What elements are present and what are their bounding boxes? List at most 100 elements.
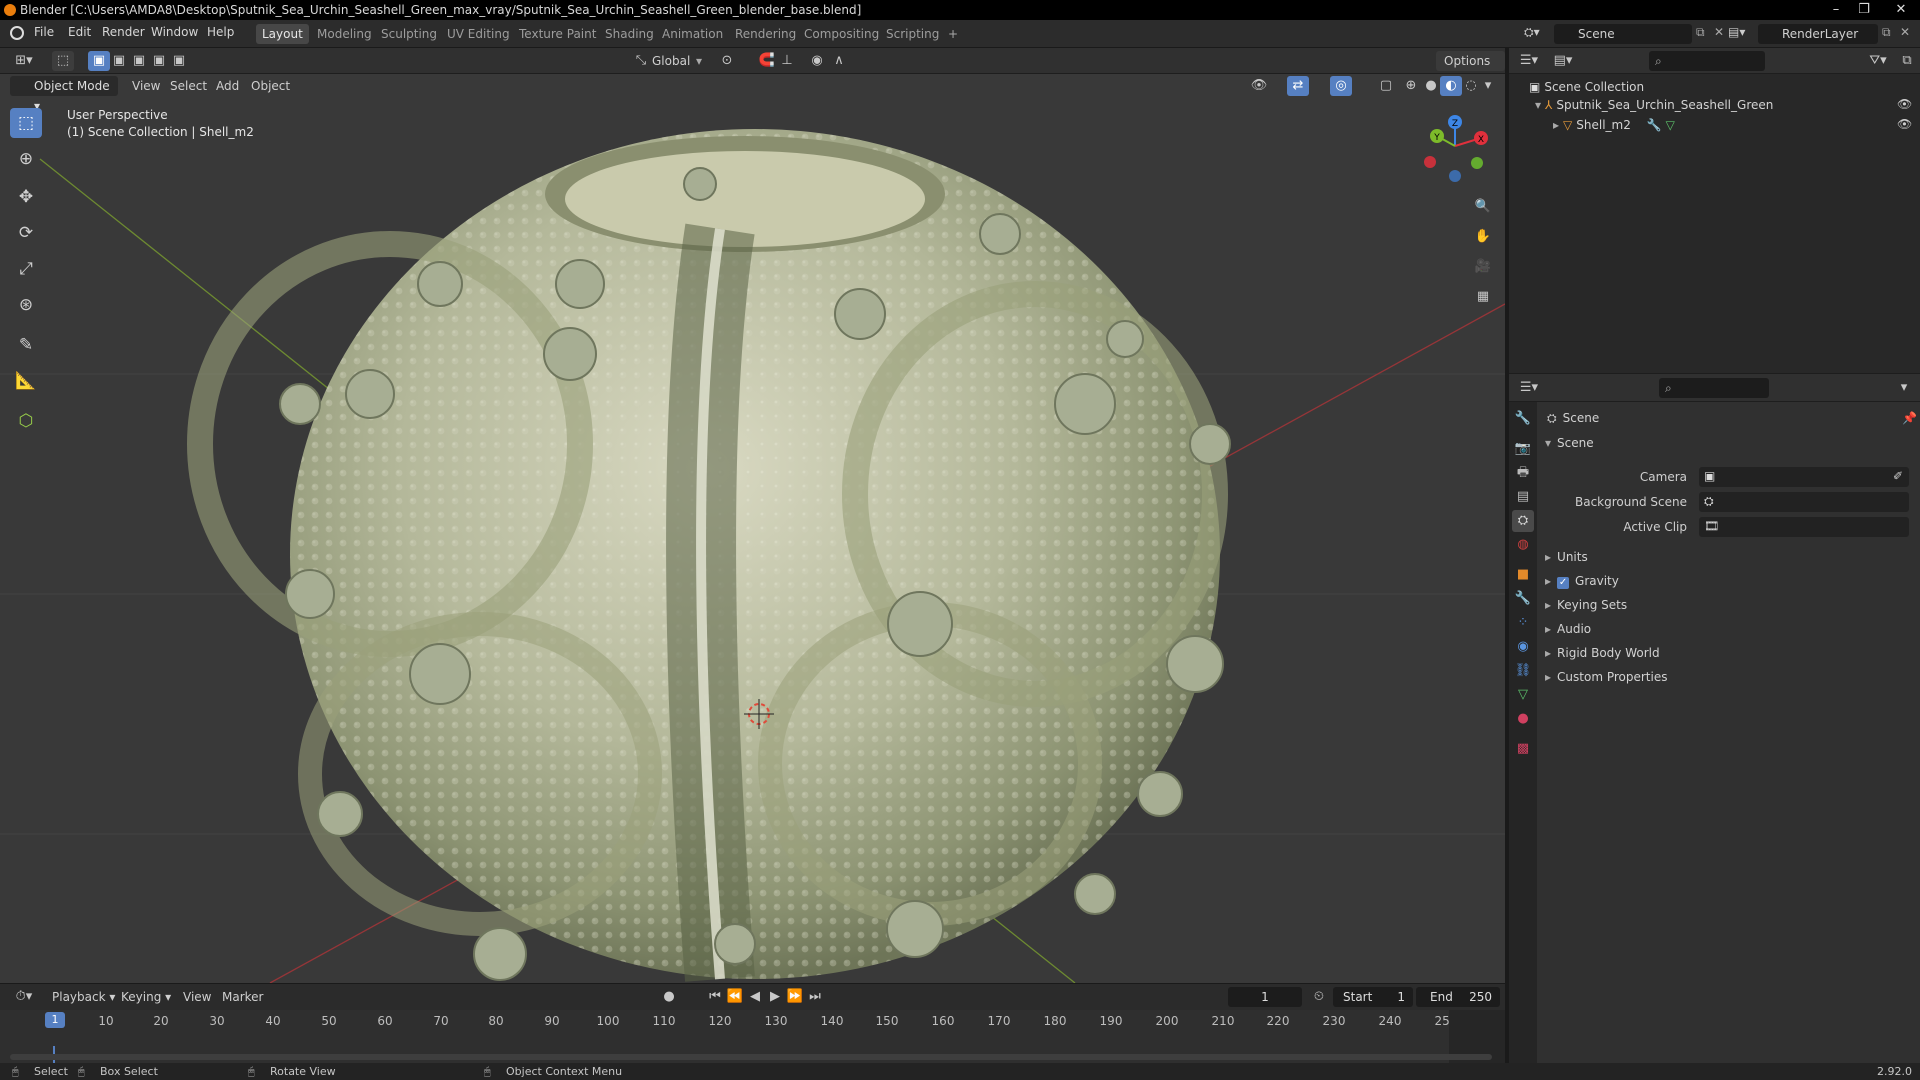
tab-scripting[interactable]: Scripting [880, 24, 945, 44]
gravity-panel-header[interactable]: ▸ ✓ Gravity [1545, 574, 1619, 589]
camera-field[interactable]: ▣ ✐ [1699, 467, 1909, 487]
chevron-down-icon[interactable]: ▾ [1893, 378, 1915, 398]
particles-tab-icon[interactable]: ⁘ [1512, 612, 1534, 634]
world-tab-icon[interactable]: ◍ [1512, 534, 1534, 556]
eyedropper-icon[interactable]: ✐ [1893, 469, 1903, 483]
rigid-body-world-panel-header[interactable]: ▸ Rigid Body World [1545, 646, 1660, 660]
tab-shading[interactable]: Shading [599, 24, 660, 44]
object-tab-icon[interactable]: ■ [1512, 564, 1534, 586]
scene-tab-icon[interactable]: ⛭ [1512, 510, 1534, 532]
view-layer-selector[interactable]: RenderLayer [1758, 24, 1878, 44]
view-layer-tab-icon[interactable]: ▤ [1512, 486, 1534, 508]
menu-window[interactable]: Window [151, 25, 198, 39]
outliner-item-mesh[interactable]: ▸ ▽ Shell_m2 🔧 ▽ [1553, 118, 1675, 132]
outliner-search-input[interactable]: ⌕ [1649, 51, 1765, 71]
material-tab-icon[interactable]: ● [1512, 708, 1534, 730]
snap-icon[interactable]: 🧲 [756, 51, 778, 71]
scene-panel-header[interactable]: ▾ Scene [1545, 436, 1594, 450]
view-layer-icon[interactable]: ▤▾ [1728, 25, 1754, 39]
tab-sculpting[interactable]: Sculpting [375, 24, 443, 44]
pin-icon[interactable]: 📌 [1902, 411, 1917, 425]
xray-toggle-icon[interactable]: ▢ [1375, 76, 1397, 96]
transform-orientation-icon[interactable]: ⤡ [630, 51, 652, 71]
physics-tab-icon[interactable]: ◉ [1512, 636, 1534, 658]
cursor-tool-icon[interactable]: ⊕ [10, 144, 42, 174]
texture-tab-icon[interactable]: ▩ [1512, 738, 1534, 760]
zoom-icon[interactable]: 🔍 [1470, 194, 1496, 220]
menu-add[interactable]: Add [216, 76, 239, 96]
filter-icon[interactable]: ⛛▾ [1864, 51, 1892, 71]
visibility-icon[interactable]: 👁 [1248, 76, 1270, 96]
maximize-icon[interactable]: ❐ [1850, 0, 1878, 20]
modifier-tab-icon[interactable]: 🔧 [1512, 588, 1534, 610]
menu-help[interactable]: Help [207, 25, 234, 39]
overlays-toggle-icon[interactable]: ◎ [1330, 76, 1352, 96]
constraints-tab-icon[interactable]: ⛓ [1512, 660, 1534, 682]
outliner-editor-type-icon[interactable]: ☰▾ [1515, 51, 1543, 71]
expand-icon[interactable]: ▸ [1553, 118, 1559, 132]
audio-panel-header[interactable]: ▸ Audio [1545, 622, 1591, 636]
pan-hand-icon[interactable]: ✋ [1470, 224, 1496, 250]
select-mode-new-icon[interactable]: ▣ [88, 51, 110, 71]
rotate-tool-icon[interactable]: ⟳ [10, 218, 42, 248]
falloff-icon[interactable]: ∧ [828, 51, 850, 71]
scale-tool-icon[interactable]: ⤢ [10, 254, 42, 284]
tab-modeling[interactable]: Modeling [311, 24, 378, 44]
active-clip-field[interactable]: 🎞 [1699, 517, 1909, 537]
timeline-scrollbar[interactable] [10, 1054, 1492, 1060]
tab-uv-editing[interactable]: UV Editing [441, 24, 516, 44]
shading-material-icon[interactable]: ◐ [1440, 76, 1462, 96]
blender-menu-icon[interactable] [10, 26, 24, 40]
3d-viewport[interactable]: Z X Y Object Mode ▾ View Select Add Obje… [0, 74, 1505, 983]
navigation-gizmo[interactable]: Z X Y [1424, 115, 1488, 182]
minimize-icon[interactable]: – [1822, 0, 1850, 20]
properties-editor-type-icon[interactable]: ☰▾ [1515, 378, 1543, 398]
select-mode-extend-icon[interactable]: ▣ [108, 51, 130, 71]
menu-render[interactable]: Render [102, 25, 145, 39]
select-mode-invert-icon[interactable]: ▣ [148, 51, 170, 71]
delete-scene-icon[interactable]: ✕ [1714, 25, 1724, 39]
scene-type-icon[interactable]: ⛭▾ [1524, 25, 1550, 43]
new-collection-icon[interactable]: ⧉ [1896, 51, 1918, 71]
add-cube-tool-icon[interactable]: ⬡ [10, 406, 42, 436]
tab-animation[interactable]: Animation [656, 24, 729, 44]
outliner-root-row[interactable]: ▣ Scene Collection [1529, 80, 1644, 94]
delete-view-layer-icon[interactable]: ✕ [1900, 25, 1910, 39]
shading-wireframe-icon[interactable]: ⊕ [1400, 76, 1422, 96]
ortho-grid-icon[interactable]: ▦ [1470, 284, 1496, 310]
tool-tab-icon[interactable]: 🔧 [1512, 408, 1534, 430]
timeline-ruler[interactable]: 1 10 20 30 40 50 60 70 80 90 100 110 120… [0, 1010, 1505, 1074]
pivot-point-icon[interactable]: ⊙ [716, 51, 738, 71]
chevron-down-icon[interactable]: ▾ [696, 51, 702, 71]
transform-orientation-dropdown[interactable]: Global [652, 51, 690, 71]
render-tab-icon[interactable]: 📷 [1512, 438, 1534, 460]
tab-texture-paint[interactable]: Texture Paint [513, 24, 602, 44]
close-icon[interactable]: ✕ [1882, 0, 1920, 20]
tab-compositing[interactable]: Compositing [798, 24, 885, 44]
menu-file[interactable]: File [34, 25, 54, 39]
menu-select[interactable]: Select [170, 76, 207, 96]
tab-rendering[interactable]: Rendering [729, 24, 802, 44]
display-mode-icon[interactable]: ▤▾ [1549, 51, 1577, 71]
snap-target-icon[interactable]: ⊥ [776, 51, 798, 71]
shading-options-icon[interactable]: ▾ [1480, 76, 1496, 96]
menu-object[interactable]: Object [251, 76, 290, 96]
outliner-item-collection[interactable]: ▾ ⅄ Sputnik_Sea_Urchin_Seashell_Green [1535, 98, 1773, 112]
new-view-layer-icon[interactable]: ⧉ [1882, 25, 1891, 40]
output-tab-icon[interactable]: 🖶 [1512, 462, 1534, 484]
camera-view-icon[interactable]: 🎥 [1470, 254, 1496, 280]
visibility-eye-icon[interactable]: 👁 [1897, 97, 1912, 111]
menu-edit[interactable]: Edit [68, 25, 91, 39]
visibility-eye-icon[interactable]: 👁 [1897, 117, 1912, 131]
measure-tool-icon[interactable]: 📐 [10, 366, 42, 396]
expand-icon[interactable]: ▾ [1535, 98, 1541, 112]
options-dropdown[interactable]: Options ▾ [1436, 51, 1505, 88]
move-tool-icon[interactable]: ✥ [10, 182, 42, 212]
keying-sets-panel-header[interactable]: ▸ Keying Sets [1545, 598, 1627, 612]
select-box-tool-icon[interactable]: ⬚ [10, 108, 42, 138]
editor-type-icon[interactable]: ⊞▾ [10, 51, 38, 71]
gizmo-toggle-icon[interactable]: ⇄ [1287, 76, 1309, 96]
transform-tool-icon[interactable]: ⊛ [10, 290, 42, 320]
new-scene-icon[interactable]: ⧉ [1696, 25, 1705, 40]
data-tab-icon[interactable]: ▽ [1512, 684, 1534, 706]
